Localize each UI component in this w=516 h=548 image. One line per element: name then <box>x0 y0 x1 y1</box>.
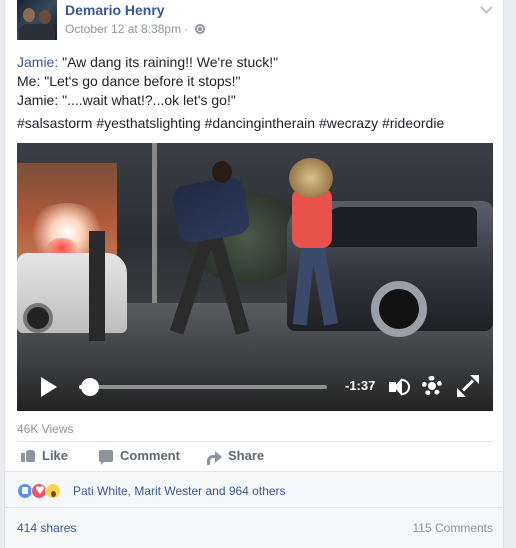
video-frame-car <box>17 253 127 333</box>
action-bar: Like Comment Share <box>17 441 493 469</box>
post-text: Jamie: "Aw dang its raining!! We're stuc… <box>17 53 497 110</box>
video-frame-dancer <box>289 158 333 198</box>
line-text: "Aw dang its raining!! We're stuck!" <box>58 54 279 70</box>
comment-label: Comment <box>120 448 180 463</box>
play-icon[interactable] <box>41 377 57 397</box>
video-time-remaining: -1:37 <box>345 378 376 393</box>
post-line: Jamie: "Aw dang its raining!! We're stuc… <box>17 53 497 72</box>
comment-button[interactable]: Comment <box>99 448 180 465</box>
wow-reaction-icon <box>45 483 61 499</box>
video-progress-bar[interactable] <box>79 385 327 389</box>
comment-count[interactable]: 115 Comments <box>413 521 493 535</box>
share-label: Share <box>228 448 265 463</box>
video-frame-wheel <box>23 303 53 333</box>
video-frame-window <box>327 207 477 247</box>
avatar-face <box>23 8 35 22</box>
share-icon <box>207 450 222 465</box>
reaction-names[interactable]: Pati White, Marit Wester and 964 others <box>73 484 286 498</box>
post-line: Jamie: "....wait what!?...ok let's go!" <box>17 92 236 108</box>
fullscreen-icon-part <box>457 388 466 397</box>
avatar[interactable] <box>17 0 57 40</box>
video-frame-wheel <box>371 281 427 337</box>
post-meta: October 12 at 8:38pm · <box>65 22 205 36</box>
post-header: Demario Henry October 12 at 8:38pm · <box>17 0 493 40</box>
post-hashtags[interactable]: #salsastorm #yesthatslighting #dancingin… <box>17 115 444 131</box>
thumbs-up-icon <box>21 448 35 462</box>
volume-icon-part <box>402 379 410 395</box>
post-card: Demario Henry October 12 at 8:38pm · Jam… <box>4 0 504 548</box>
like-button[interactable]: Like <box>21 448 68 463</box>
video-frame-dancer <box>170 175 252 245</box>
reactions-summary: Pati White, Marit Wester and 964 others <box>5 471 503 507</box>
volume-icon[interactable] <box>389 375 413 399</box>
video-player[interactable]: -1:37 <box>17 143 493 411</box>
video-frame-dancer <box>212 161 232 183</box>
chevron-down-icon[interactable] <box>479 2 493 16</box>
post-timestamp[interactable]: October 12 at 8:38pm <box>65 22 181 36</box>
fullscreen-icon[interactable] <box>457 375 479 397</box>
video-frame-parking-meter <box>89 231 105 341</box>
gear-icon[interactable] <box>422 376 442 396</box>
view-count: 46K Views <box>17 422 74 436</box>
share-button[interactable]: Share <box>207 448 265 465</box>
tagged-name[interactable]: Jamie: <box>17 54 58 70</box>
video-frame-pole <box>152 143 157 303</box>
reaction-icons[interactable] <box>17 483 69 499</box>
video-scrubber-handle[interactable] <box>81 378 99 396</box>
post-line: Me: "Let's go dance before it stops!" <box>17 73 241 89</box>
video-controls: -1:37 <box>17 365 493 411</box>
globe-icon[interactable] <box>194 24 205 34</box>
meta-separator: · <box>184 22 189 36</box>
like-label: Like <box>42 448 69 463</box>
volume-icon-part <box>394 378 402 396</box>
avatar-face <box>39 10 51 24</box>
share-count[interactable]: 414 shares <box>17 521 76 535</box>
avatar-body <box>19 24 55 40</box>
stats-bar: 414 shares 115 Comments <box>5 507 503 548</box>
fullscreen-icon-part <box>470 375 479 384</box>
author-name[interactable]: Demario Henry <box>65 2 165 18</box>
comment-icon <box>99 450 113 465</box>
